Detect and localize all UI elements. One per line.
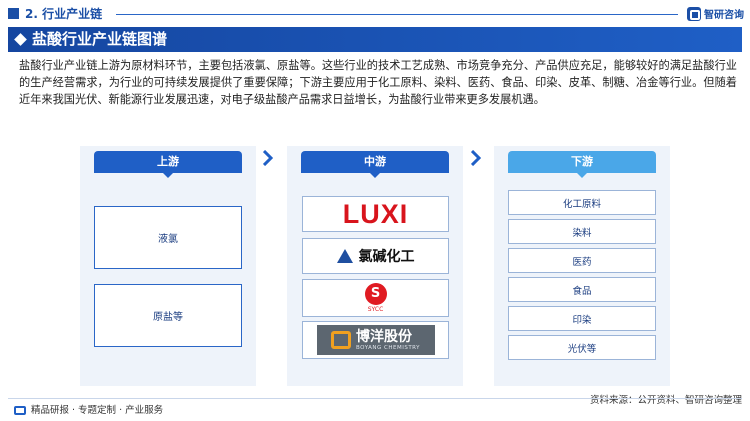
downstream-item: 印染 [508, 306, 656, 331]
luxi-logo: LUXI [302, 196, 449, 232]
section-title: 2. 行业产业链 [25, 7, 103, 21]
page-title-bar: 盐酸行业产业链图谱 [8, 27, 742, 52]
downstream-item: 化工原料 [508, 190, 656, 215]
triangle-icon [336, 249, 353, 263]
midstream-header: 中游 [301, 151, 449, 178]
header-divider [116, 14, 678, 15]
boyang-mark-icon [330, 331, 351, 349]
sycc-logo: S SYCC [302, 279, 449, 317]
sycc-logo-text: SYCC [367, 306, 384, 313]
downstream-item: 染料 [508, 219, 656, 244]
downstream-header: 下游 [508, 151, 656, 178]
footer-divider [8, 398, 742, 399]
intro-paragraph: 盐酸行业产业链上游为原材料环节，主要包括液氯、原盐等。这些行业的技术工艺成熟、市… [19, 59, 737, 106]
footer-tagline: 精品研报 · 专题定制 · 产业服务 [31, 405, 164, 416]
midstream-column: 中游 LUXI 氯碱化工 S SYCC 博洋股份 BOYANG CHEMISTR… [287, 146, 463, 386]
section-header: 2. 行业产业链 智研咨询 [8, 6, 748, 22]
diamond-icon [14, 33, 27, 46]
upstream-item: 液氯 [94, 206, 242, 269]
report-icon [14, 406, 26, 415]
chlor-alkali-logo-text: 氯碱化工 [358, 249, 415, 265]
boyang-logo-subtext: BOYANG CHEMISTRY [355, 345, 421, 351]
upstream-header: 上游 [94, 151, 242, 178]
sycc-logo-mark: S [364, 283, 387, 305]
downstream-item: 食品 [508, 277, 656, 302]
upstream-item: 原盐等 [94, 284, 242, 347]
chevron-right-icon [263, 150, 273, 166]
chlor-alkali-logo: 氯碱化工 [302, 238, 449, 274]
boyang-logo-text: 博洋股份 [355, 329, 412, 345]
downstream-item: 医药 [508, 248, 656, 273]
brand-logo: 智研咨询 [687, 6, 744, 21]
downstream-column: 下游 化工原料 染料 医药 食品 印染 光伏等 [494, 146, 670, 386]
section-marker-icon [8, 8, 19, 19]
brand-icon [687, 6, 701, 21]
upstream-column: 上游 液氯 原盐等 [80, 146, 256, 386]
page-title: 盐酸行业产业链图谱 [32, 30, 168, 48]
source-note: 资料来源：公开资料、智研咨询整理 [589, 395, 742, 406]
downstream-item: 光伏等 [508, 335, 656, 360]
chevron-right-icon [471, 150, 481, 166]
brand-name: 智研咨询 [704, 10, 744, 21]
luxi-logo-text: LUXI [342, 198, 409, 229]
boyang-logo: 博洋股份 BOYANG CHEMISTRY [302, 321, 449, 359]
